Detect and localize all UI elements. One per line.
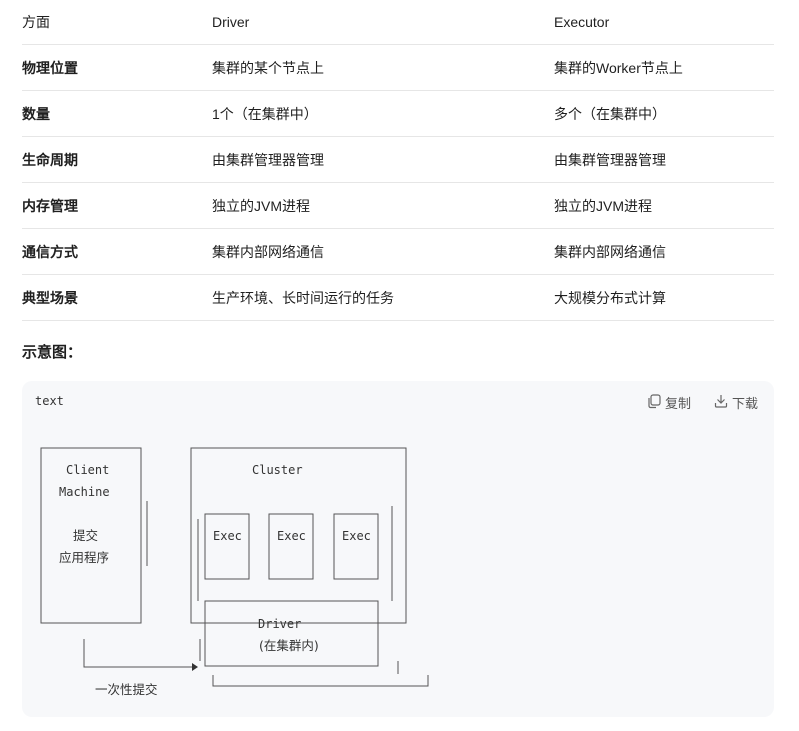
row-driver: 由集群管理器管理	[212, 136, 554, 183]
outer-bracket	[212, 661, 429, 687]
row-driver: 生产环境、长时间运行的任务	[212, 274, 554, 321]
header-aspect: 方面	[22, 0, 212, 45]
executor-label: Exec	[277, 529, 306, 543]
architecture-diagram: Client Machine 提交 应用程序 Cluster Exec Exec…	[40, 447, 429, 697]
table-header-row: 方面 Driver Executor	[22, 0, 774, 45]
table-row: 物理位置 集群的某个节点上 集群的Worker节点上	[22, 44, 774, 91]
executor-label: Exec	[342, 529, 371, 543]
driver-box	[204, 600, 379, 667]
arrow-head-icon	[192, 663, 198, 671]
row-driver: 集群的某个节点上	[212, 44, 554, 91]
table-row: 数量 1个（在集群中） 多个（在集群中）	[22, 90, 774, 137]
driver-note: (在集群内)	[259, 638, 319, 653]
section-title: 示意图：	[22, 344, 83, 361]
table-row: 内存管理 独立的JVM进程 独立的JVM进程	[22, 182, 774, 229]
row-aspect: 数量	[22, 90, 212, 137]
row-executor: 独立的JVM进程	[554, 182, 774, 229]
row-executor: 集群的Worker节点上	[554, 44, 774, 91]
row-driver: 1个（在集群中）	[212, 90, 554, 137]
row-executor: 由集群管理器管理	[554, 136, 774, 183]
cluster-label: Cluster	[252, 463, 303, 477]
submit-arrow-line	[83, 659, 192, 668]
row-aspect: 内存管理	[22, 182, 212, 229]
row-aspect: 生命周期	[22, 136, 212, 183]
row-executor: 集群内部网络通信	[554, 228, 774, 275]
table-row: 生命周期 由集群管理器管理 由集群管理器管理	[22, 136, 774, 183]
row-aspect: 典型场景	[22, 274, 212, 321]
submit-label: 提交	[73, 528, 98, 543]
arrow-label: 一次性提交	[95, 682, 158, 697]
client-side-lines	[83, 501, 148, 659]
row-driver: 集群内部网络通信	[212, 228, 554, 275]
executor-box	[204, 513, 250, 580]
client-label: Client	[66, 463, 109, 477]
executor-label: Exec	[213, 529, 242, 543]
header-executor: Executor	[554, 0, 774, 45]
executor-box	[268, 513, 314, 580]
row-executor: 大规模分布式计算	[554, 274, 774, 321]
row-driver: 独立的JVM进程	[212, 182, 554, 229]
row-aspect: 通信方式	[22, 228, 212, 275]
header-driver: Driver	[212, 0, 554, 45]
page: 方面 Driver Executor 物理位置 集群的某个节点上 集群的Work…	[0, 0, 799, 731]
executor-box	[333, 513, 379, 580]
code-block: text 复制 下载 Client Machine 提交 应用程序 Cluste…	[22, 381, 774, 717]
row-executor: 多个（在集群中）	[554, 90, 774, 137]
app-label: 应用程序	[59, 550, 109, 565]
comparison-table: 方面 Driver Executor 物理位置 集群的某个节点上 集群的Work…	[22, 0, 774, 321]
table-row: 通信方式 集群内部网络通信 集群内部网络通信	[22, 228, 774, 275]
driver-label: Driver	[258, 617, 301, 631]
table-row: 典型场景 生产环境、长时间运行的任务 大规模分布式计算	[22, 274, 774, 321]
machine-label: Machine	[59, 485, 110, 499]
row-aspect: 物理位置	[22, 44, 212, 91]
